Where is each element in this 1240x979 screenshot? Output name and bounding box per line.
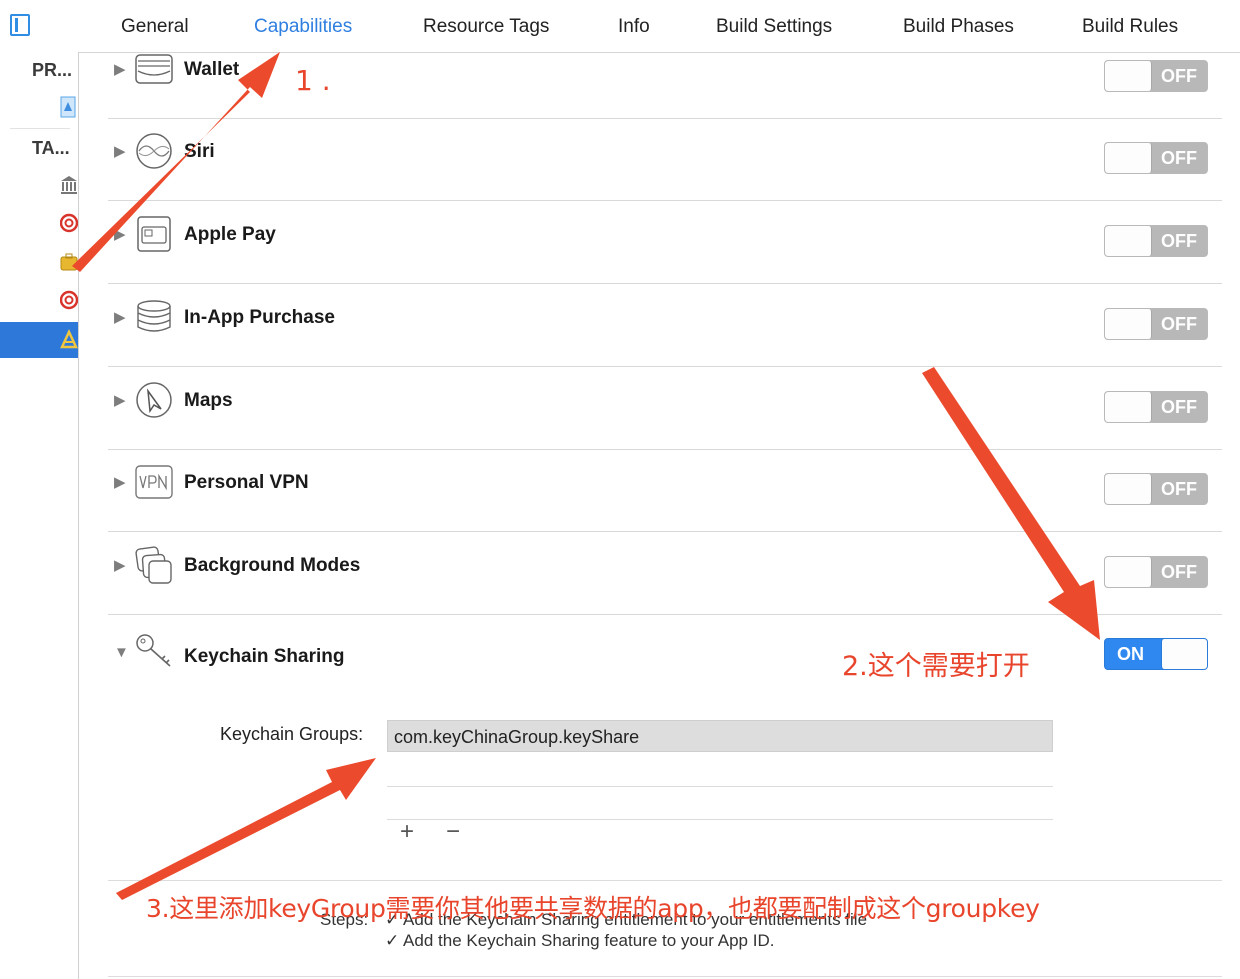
- toggle-state: OFF: [1161, 231, 1197, 251]
- targets-section-header: TA...: [32, 138, 70, 158]
- keychain-sharing-toggle[interactable]: ON: [1104, 638, 1208, 670]
- in-app-purchase-icon: [134, 297, 174, 337]
- disclosure-triangle-icon[interactable]: ▶: [114, 308, 126, 326]
- capability-name: Personal VPN: [184, 472, 309, 493]
- disclosure-triangle-icon[interactable]: ▶: [114, 225, 126, 243]
- tab-build-rules[interactable]: Build Rules: [1082, 16, 1178, 38]
- tab-resource-tags[interactable]: Resource Tags: [423, 16, 549, 38]
- project-file-icon[interactable]: [60, 96, 78, 118]
- step-text: Add the Keychain Sharing feature to your…: [403, 931, 775, 950]
- apple-pay-icon: [134, 214, 174, 254]
- capability-row-in-app-purchase: ▶ In-App Purchase OFF: [108, 284, 1222, 367]
- siri-icon: [134, 131, 174, 171]
- checkmark-icon: ✓: [385, 931, 400, 950]
- annotation-step-3: 3.这里添加keyGroup需要你其他要共享数据的app，也都要配制成这个gro…: [146, 894, 1040, 923]
- wallet-icon: [134, 49, 174, 89]
- capability-name: Siri: [184, 141, 215, 162]
- disclosure-triangle-icon[interactable]: ▶: [114, 142, 126, 160]
- capability-name: Maps: [184, 390, 233, 411]
- capability-name: Apple Pay: [184, 224, 276, 245]
- project-section-header: PR...: [32, 60, 73, 80]
- keychain-list-divider: [387, 819, 1053, 820]
- capability-row-wallet: ▶ Wallet OFF: [108, 36, 1222, 119]
- apple-pay-toggle[interactable]: OFF: [1104, 225, 1208, 257]
- disclosure-triangle-icon[interactable]: ▶: [114, 391, 126, 409]
- toggle-state: OFF: [1161, 479, 1197, 499]
- siri-toggle[interactable]: OFF: [1104, 142, 1208, 174]
- maps-icon: [134, 380, 174, 420]
- remove-keychain-group-button[interactable]: −: [446, 818, 460, 846]
- capability-row-maps: ▶ Maps OFF: [108, 367, 1222, 450]
- keychain-icon: [134, 632, 174, 672]
- vpn-icon: [134, 462, 174, 502]
- maps-toggle[interactable]: OFF: [1104, 391, 1208, 423]
- background-modes-toggle[interactable]: OFF: [1104, 556, 1208, 588]
- steps-divider: [108, 880, 1222, 881]
- capability-name: Wallet: [184, 59, 240, 80]
- capability-row-siri: ▶ Siri OFF: [108, 118, 1222, 201]
- bottom-divider: [108, 976, 1222, 977]
- tab-build-phases[interactable]: Build Phases: [903, 16, 1014, 38]
- toggle-state: OFF: [1161, 314, 1197, 334]
- background-modes-icon: [134, 545, 174, 585]
- toggle-state: OFF: [1161, 397, 1197, 417]
- ui-test-target-icon[interactable]: [59, 289, 79, 311]
- toggle-state: OFF: [1161, 66, 1197, 86]
- extension-target-icon[interactable]: [60, 251, 78, 273]
- bank-target-icon[interactable]: [60, 174, 78, 196]
- disclosure-triangle-icon[interactable]: ▶: [114, 473, 126, 491]
- annotation-step-2: 2.这个需要打开: [842, 651, 1030, 682]
- toggle-knob: [1105, 474, 1152, 504]
- tab-info[interactable]: Info: [618, 16, 650, 38]
- toggle-state: OFF: [1161, 562, 1197, 582]
- tab-capabilities[interactable]: Capabilities: [254, 16, 352, 38]
- capability-name: Background Modes: [184, 555, 361, 576]
- keychain-groups-label: Keychain Groups:: [220, 724, 364, 744]
- toggle-knob: [1105, 226, 1152, 256]
- capability-name: In-App Purchase: [184, 307, 335, 328]
- keychain-group-entry[interactable]: com.keyChinaGroup.keyShare: [387, 720, 1053, 752]
- disclosure-triangle-icon[interactable]: ▶: [114, 556, 126, 574]
- toggle-knob: [1105, 61, 1152, 91]
- disclosure-triangle-expanded-icon[interactable]: ▼: [114, 644, 129, 661]
- sidebar-divider: [10, 128, 70, 129]
- project-targets-sidebar: PR... TA...: [0, 52, 79, 979]
- personal-vpn-toggle[interactable]: OFF: [1104, 473, 1208, 505]
- test-target-icon[interactable]: [59, 212, 79, 234]
- tab-build-settings[interactable]: Build Settings: [716, 16, 832, 38]
- add-keychain-group-button[interactable]: +: [400, 818, 414, 846]
- toggle-state: OFF: [1161, 148, 1197, 168]
- selected-target-row[interactable]: [0, 322, 78, 358]
- capability-name: Keychain Sharing: [184, 646, 345, 667]
- toggle-knob: [1161, 639, 1207, 669]
- navigator-toggle-icon[interactable]: [10, 14, 30, 36]
- toggle-knob: [1105, 309, 1152, 339]
- toggle-state: ON: [1117, 644, 1144, 664]
- toggle-knob: [1105, 143, 1152, 173]
- toggle-knob: [1105, 392, 1152, 422]
- capability-row-apple-pay: ▶ Apple Pay OFF: [108, 201, 1222, 284]
- capability-row-personal-vpn: ▶ Personal VPN OFF: [108, 449, 1222, 532]
- step-item: ✓ Add the Keychain Sharing feature to yo…: [385, 931, 774, 951]
- in-app-purchase-toggle[interactable]: OFF: [1104, 308, 1208, 340]
- tab-general[interactable]: General: [121, 16, 189, 38]
- disclosure-triangle-icon[interactable]: ▶: [114, 60, 126, 78]
- toggle-knob: [1105, 557, 1152, 587]
- app-target-icon: [60, 329, 78, 356]
- annotation-step-1: 1 .: [295, 64, 331, 97]
- capability-row-background-modes: ▶ Background Modes OFF: [108, 532, 1222, 615]
- keychain-list-divider: [387, 786, 1053, 787]
- wallet-toggle[interactable]: OFF: [1104, 60, 1208, 92]
